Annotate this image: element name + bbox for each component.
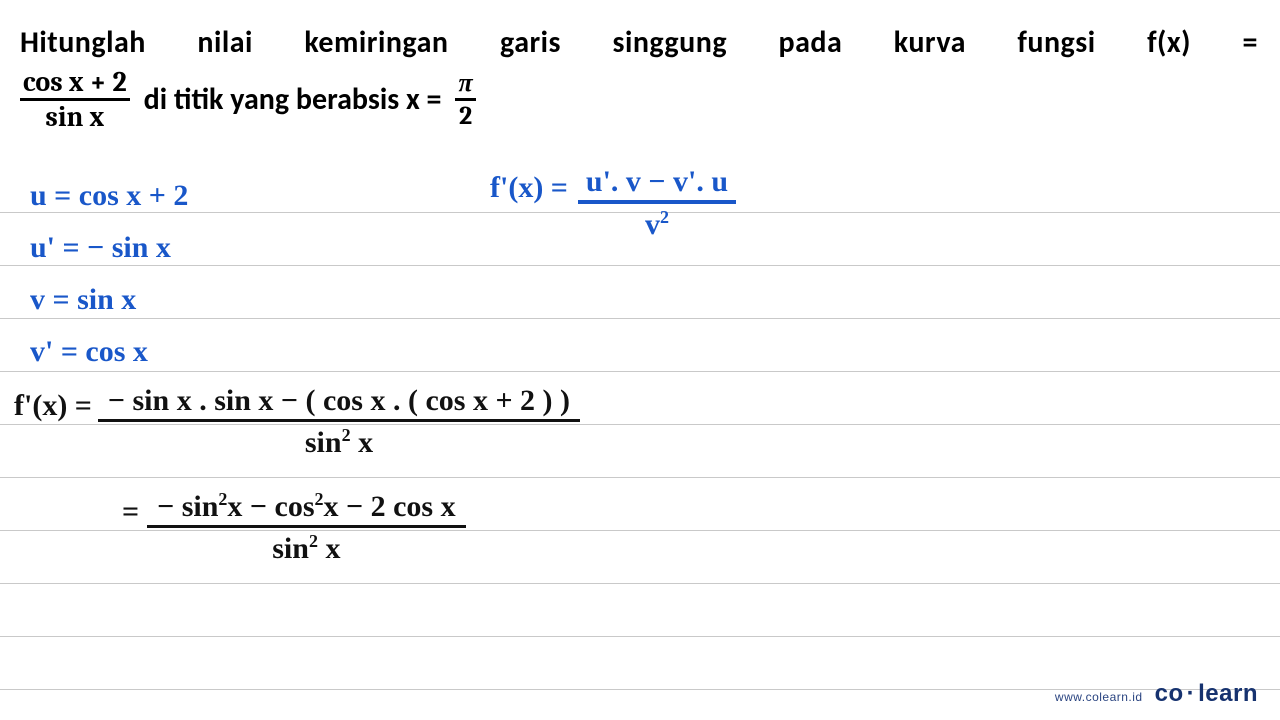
step-denominator: sin2 x — [262, 528, 350, 565]
word: kurva — [894, 22, 966, 64]
step-fraction: − sin2x − cos2x − 2 cos x sin2 x — [147, 490, 465, 565]
fraction-numerator: cos x + 2 — [20, 68, 130, 101]
definition-v-prime: v' = cos x — [30, 334, 1250, 370]
word: nilai — [197, 22, 253, 64]
fraction-denominator: sin x — [42, 101, 107, 131]
problem-line-1: Hitunglah nilai kemiringan garis singgun… — [20, 22, 1258, 64]
step-numerator: − sin2x − cos2x − 2 cos x — [147, 490, 465, 528]
word: f(x) — [1147, 22, 1191, 64]
formula-numerator: u'. v − v'. u — [578, 166, 736, 204]
math-text: x — [318, 532, 341, 565]
x-value-fraction: π 2 — [455, 70, 475, 129]
step-numerator: − sin x . sin x − ( cos x . ( cos x + 2 … — [98, 384, 580, 422]
word: Hitunglah — [20, 22, 146, 64]
equals-sign: = — [122, 490, 139, 530]
problem-statement: Hitunglah nilai kemiringan garis singgun… — [20, 22, 1260, 131]
step-fraction: − sin x . sin x − ( cos x . ( cos x + 2 … — [98, 384, 580, 459]
math-text: x — [351, 426, 374, 459]
word: = — [1242, 22, 1257, 64]
math-text: x − 2 cos x — [324, 490, 456, 523]
formula-lhs: f'(x) = — [490, 166, 568, 206]
definition-v: v = sin x — [30, 282, 1250, 318]
quotient-rule-formula: f'(x) = u'. v − v'. u v2 — [490, 166, 736, 240]
math-text: sin — [305, 426, 342, 459]
math-text: x − cos — [227, 490, 314, 523]
brand-part: co — [1155, 680, 1184, 707]
step-denominator: sin2 x — [295, 422, 383, 459]
word: singgung — [612, 22, 727, 64]
math-text: v' = cos x — [30, 334, 148, 370]
math-text: v — [645, 208, 660, 241]
word: fungsi — [1017, 22, 1095, 64]
math-text: u = cos x + 2 — [30, 178, 188, 214]
math-text: − sin — [157, 490, 218, 523]
math-text: u' = − sin x — [30, 230, 171, 266]
step-lhs: f'(x) = — [14, 384, 92, 424]
word: kemiringan — [304, 22, 448, 64]
exponent: 2 — [660, 207, 669, 227]
brand-dot: · — [1184, 680, 1199, 707]
math-text: sin — [272, 532, 309, 565]
fraction-numerator: π — [455, 70, 475, 101]
word: garis — [500, 22, 561, 64]
word: pada — [779, 22, 843, 64]
problem-mid-text: di titik yang berabsis x = — [144, 79, 442, 121]
math-text: v = sin x — [30, 282, 136, 318]
problem-line-2: cos x + 2 sin x di titik yang berabsis x… — [20, 68, 1260, 131]
fraction-denominator: 2 — [456, 101, 475, 129]
formula-denominator: v2 — [637, 204, 677, 241]
function-fraction: cos x + 2 sin x — [20, 68, 130, 131]
watermark-url: www.colearn.id — [1055, 690, 1143, 704]
brand-part: learn — [1198, 680, 1258, 707]
exponent: 2 — [309, 531, 318, 551]
derivative-step-1: f'(x) = − sin x . sin x − ( cos x . ( co… — [14, 384, 580, 459]
derivative-step-2: = − sin2x − cos2x − 2 cos x sin2 x — [122, 490, 466, 565]
watermark: www.colearn.id co·learn — [1055, 680, 1258, 708]
exponent: 2 — [315, 489, 324, 509]
exponent: 2 — [342, 425, 351, 445]
watermark-brand: co·learn — [1155, 680, 1258, 708]
formula-fraction: u'. v − v'. u v2 — [578, 166, 736, 240]
